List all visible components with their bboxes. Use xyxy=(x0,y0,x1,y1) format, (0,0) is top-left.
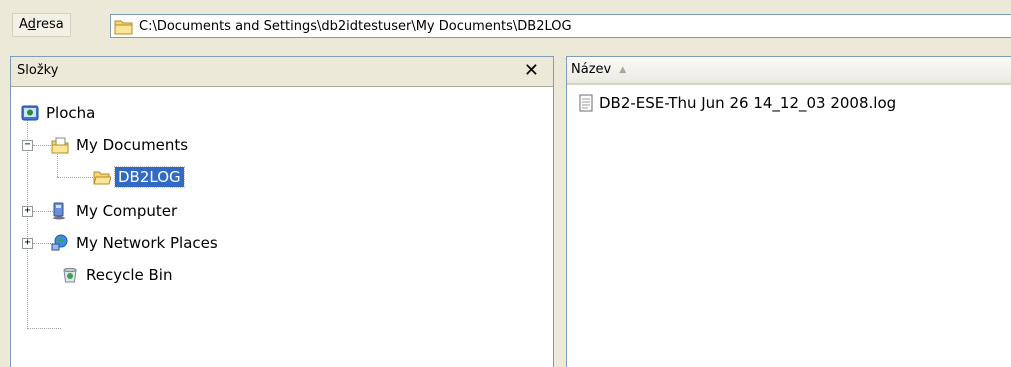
column-header-name[interactable]: Název ▲ xyxy=(567,57,1011,85)
tree-line xyxy=(33,243,53,244)
network-icon xyxy=(51,234,68,251)
tree-item-recycle-bin[interactable]: Recycle Bin xyxy=(61,263,175,287)
sort-ascending-icon: ▲ xyxy=(619,64,627,75)
tree-item-my-computer[interactable]: My Computer xyxy=(51,199,180,223)
tree-item-db2log[interactable]: DB2LOG xyxy=(93,165,185,189)
address-label-accesskey: d xyxy=(27,17,36,32)
address-path: C:\Documents and Settings\db2idtestuser\… xyxy=(139,18,572,34)
address-bar: Adresa C:\Documents and Settings\db2idte… xyxy=(0,0,1011,40)
tree-item-my-documents[interactable]: My Documents xyxy=(51,133,191,157)
tree-line xyxy=(27,328,61,329)
tree-item-label: My Network Places xyxy=(76,234,218,252)
tree-item-plocha[interactable]: Plocha xyxy=(21,101,98,125)
desktop-icon xyxy=(21,105,39,121)
expand-toggle[interactable]: + xyxy=(22,238,33,249)
pane-splitter[interactable] xyxy=(554,56,566,367)
address-label: Adresa xyxy=(12,13,71,37)
tree-item-label: My Computer xyxy=(76,202,178,220)
file-list-pane: Název ▲ DB2-ESE-Thu Jun 26 14_12_03 2008… xyxy=(566,56,1011,367)
address-label-post: resa xyxy=(35,17,64,32)
file-row[interactable]: DB2-ESE-Thu Jun 26 14_12_03 2008.log xyxy=(577,93,896,113)
computer-icon xyxy=(53,202,65,220)
tree-line xyxy=(33,211,53,212)
tree-line xyxy=(33,145,53,146)
address-label-pre: A xyxy=(19,17,28,32)
tree-line xyxy=(57,177,93,178)
file-name: DB2-ESE-Thu Jun 26 14_12_03 2008.log xyxy=(599,94,897,112)
folder-tree: Plocha − My Documents DB2LOG + My Comput… xyxy=(11,87,553,367)
tree-item-label: Plocha xyxy=(46,104,96,122)
tree-item-label: Recycle Bin xyxy=(86,266,173,284)
folders-pane-header: Složky ✕ xyxy=(11,57,553,87)
folder-open-icon xyxy=(93,171,111,185)
folders-pane: Složky ✕ Plocha − My Documents DB2LOG + … xyxy=(10,56,554,367)
column-header-label: Název xyxy=(571,62,612,77)
collapse-toggle[interactable]: − xyxy=(22,140,33,151)
close-folders-pane-button[interactable]: ✕ xyxy=(524,61,539,81)
address-input[interactable]: C:\Documents and Settings\db2idtestuser\… xyxy=(110,14,1011,38)
tree-item-my-network-places[interactable]: My Network Places xyxy=(51,231,221,255)
tree-item-label: My Documents xyxy=(76,136,189,154)
folders-pane-title: Složky xyxy=(17,63,59,78)
folder-icon xyxy=(114,20,133,34)
recycle-bin-icon xyxy=(63,267,77,283)
log-file-icon xyxy=(579,94,593,112)
my-documents-icon xyxy=(51,137,69,154)
tree-item-label: DB2LOG xyxy=(114,166,185,188)
expand-toggle[interactable]: + xyxy=(22,206,33,217)
